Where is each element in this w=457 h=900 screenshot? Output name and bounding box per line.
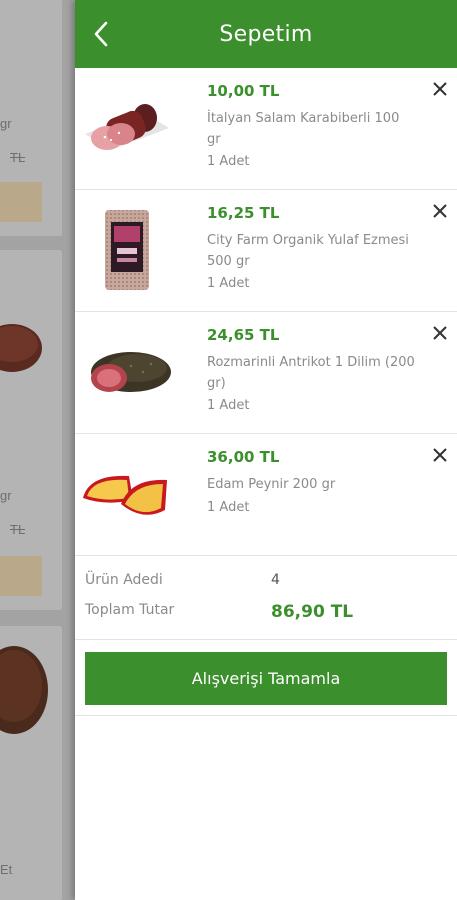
background-unit-text: gr (0, 116, 12, 131)
background-product-image (0, 324, 42, 372)
item-price: 10,00 TL (207, 82, 280, 100)
product-image-salami (85, 104, 169, 150)
item-price: 24,65 TL (207, 326, 280, 344)
cart-item: 16,25 TL City Farm Organik Yulaf Ezmesi … (75, 190, 457, 312)
cart-item: 10,00 TL İtalyan Salam Karabiberli 100 g… (75, 68, 457, 190)
item-quantity: 1 Adet (207, 398, 250, 413)
item-quantity: 1 Adet (207, 500, 250, 515)
total-label: Toplam Tutar (85, 602, 175, 618)
item-quantity: 1 Adet (207, 276, 250, 291)
background-add-button (0, 182, 42, 222)
close-icon[interactable] (431, 324, 449, 342)
item-price: 36,00 TL (207, 448, 280, 466)
cart-summary: Ürün Adedi 4 Toplam Tutar 86,90 TL (75, 556, 457, 640)
background-old-price: TL (10, 150, 26, 165)
background-unit-text: gr (0, 488, 12, 503)
product-image-oat-package (105, 210, 149, 290)
background-product-list: gr TL gr TL Et (0, 0, 75, 900)
cart-header: Sepetim (75, 0, 457, 68)
item-name: City Farm Organik Yulaf Ezmesi 500 gr (207, 233, 409, 269)
item-name: İtalyan Salam Karabiberli 100 gr (207, 111, 400, 147)
item-name: Edam Peynir 200 gr (207, 477, 336, 492)
item-count-value: 4 (271, 572, 280, 588)
close-icon[interactable] (431, 446, 449, 464)
chevron-left-icon (94, 21, 108, 47)
item-quantity: 1 Adet (207, 154, 250, 169)
close-icon[interactable] (431, 80, 449, 98)
cart-item: 36,00 TL Edam Peynir 200 gr 1 Adet (75, 434, 457, 556)
background-text: Et (0, 862, 13, 877)
product-image-edam-cheese (83, 475, 167, 515)
checkout-button[interactable]: Alışverişi Tamamla (85, 652, 447, 705)
back-button[interactable] (87, 20, 115, 48)
product-image-ribeye (91, 352, 171, 392)
page-title: Sepetim (219, 21, 313, 47)
background-add-button (0, 556, 42, 596)
item-name: Rozmarinli Antrikot 1 Dilim (200 gr) (207, 355, 415, 391)
total-value: 86,90 TL (271, 602, 354, 622)
close-icon[interactable] (431, 202, 449, 220)
background-product-image (0, 646, 48, 734)
cart-drawer: Sepetim 10,00 TL İtalyan Salam Karabiber… (75, 0, 457, 900)
background-old-price: TL (10, 522, 26, 537)
item-count-label: Ürün Adedi (85, 572, 163, 588)
checkout-section: Alışverişi Tamamla (75, 640, 457, 716)
cart-item: 24,65 TL Rozmarinli Antrikot 1 Dilim (20… (75, 312, 457, 434)
item-price: 16,25 TL (207, 204, 280, 222)
